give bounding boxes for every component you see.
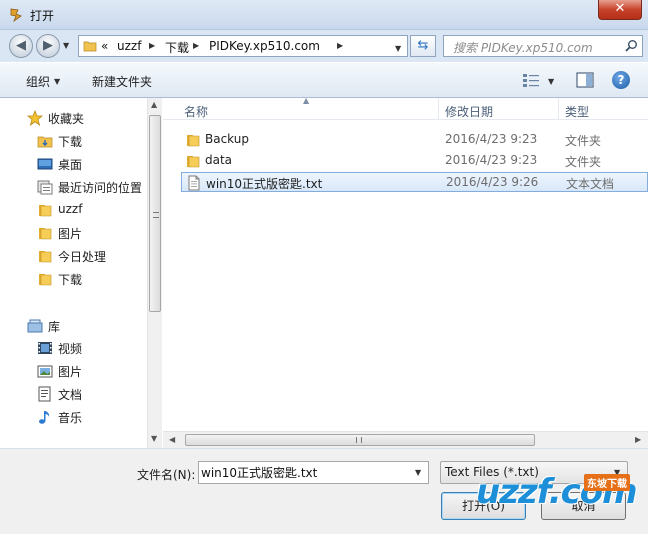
filename-label: 文件名(N): [137, 468, 196, 482]
recent-pages-dropdown-icon[interactable]: ▼ [63, 41, 69, 50]
folder-icon [39, 205, 52, 217]
breadcrumb-chevron-icon[interactable]: ▶ [149, 41, 155, 50]
text-file-icon [188, 175, 200, 191]
breadcrumb-chevron-icon[interactable]: ▶ [193, 41, 199, 50]
video-library-icon [38, 342, 52, 354]
app-icon [10, 8, 22, 23]
refresh-icon: ⇆ [417, 38, 429, 53]
command-bar: 组织 ▼ 新建文件夹 ▼ ? [0, 62, 648, 98]
watermark: uzzf.com 东坡下载 [466, 470, 646, 530]
forward-button[interactable]: ▶ [36, 34, 60, 58]
breadcrumb-item[interactable]: 下载 [165, 39, 189, 56]
organize-button[interactable]: 组织 [26, 73, 50, 90]
file-row-data[interactable]: data 2016/4/23 9:23 文件夹 [181, 151, 648, 171]
address-dropdown-icon[interactable]: ▼ [395, 44, 401, 53]
help-icon[interactable]: ? [612, 71, 630, 89]
file-date: 2016/4/23 9:26 [446, 175, 539, 189]
filename-field[interactable] [201, 464, 406, 481]
column-date[interactable]: 修改日期 [445, 103, 493, 120]
file-type: 文件夹 [565, 134, 602, 148]
breadcrumb-item[interactable]: uzzf [117, 39, 141, 53]
folder-icon [39, 251, 52, 263]
nav-vertical-scrollbar[interactable]: ▲ ▼ [147, 98, 162, 448]
documents-library-icon [38, 386, 51, 402]
scroll-thumb[interactable] [185, 434, 535, 446]
refresh-button[interactable]: ⇆ [410, 35, 436, 57]
file-row-backup[interactable]: Backup 2016/4/23 9:23 文件夹 [181, 130, 648, 150]
grip-icon [356, 437, 362, 443]
file-row-selected[interactable]: win10正式版密匙.txt 2016/4/23 9:26 文本文档 [181, 172, 648, 192]
back-button[interactable]: ◀ [9, 34, 33, 58]
view-dropdown-icon[interactable]: ▼ [548, 77, 554, 86]
watermark-badge: 东坡下载 [584, 474, 630, 491]
recent-places-icon [37, 180, 53, 195]
window-title: 打开 [30, 9, 55, 23]
back-arrow-icon: ◀ [16, 38, 26, 53]
grip-icon [153, 212, 159, 218]
search-box[interactable]: 搜索 PIDKey.xp510.com [443, 35, 643, 57]
address-row: ◀ ▶ ▼ « uzzf ▶ 下载 ▶ PIDKey.xp510.com ▶ ▼… [0, 30, 648, 62]
pictures-library-icon [37, 365, 53, 378]
column-divider[interactable] [558, 98, 559, 120]
column-divider[interactable] [438, 98, 439, 120]
column-header-row: ▲ 名称 修改日期 类型 [163, 96, 648, 120]
file-type: 文件夹 [565, 155, 602, 169]
folder-icon [187, 135, 200, 147]
file-name: Backup [205, 132, 249, 146]
scroll-left-icon[interactable]: ◀ [169, 435, 175, 444]
desktop-icon [37, 158, 53, 170]
close-button[interactable]: ✕ [598, 0, 642, 20]
folder-icon [39, 228, 52, 240]
music-library-icon [39, 411, 50, 424]
star-icon [27, 110, 43, 126]
download-folder-icon [37, 136, 53, 148]
search-icon[interactable] [624, 39, 638, 53]
address-bar[interactable]: « uzzf ▶ 下载 ▶ PIDKey.xp510.com ▶ ▼ [78, 35, 408, 57]
organize-dropdown-icon[interactable]: ▼ [54, 77, 60, 86]
filename-combobox[interactable]: ▼ [198, 461, 429, 484]
library-icon [27, 319, 43, 333]
breadcrumb-chevron-icon[interactable]: ▶ [337, 41, 343, 50]
file-list: ▲ 名称 修改日期 类型 Backup 2016/4/23 9:23 文件夹 d… [163, 96, 648, 448]
file-name: data [205, 153, 233, 167]
filename-dropdown-icon[interactable]: ▼ [415, 468, 421, 477]
title-bar: 打开 ✕ [0, 0, 648, 30]
column-type[interactable]: 类型 [565, 103, 589, 120]
file-type: 文本文档 [566, 177, 615, 191]
file-date: 2016/4/23 9:23 [445, 153, 538, 167]
close-icon: ✕ [614, 1, 626, 16]
breadcrumb-item[interactable]: PIDKey.xp510.com [209, 39, 320, 53]
scroll-down-icon[interactable]: ▼ [151, 434, 157, 443]
navigation-pane: 收藏夹 下载 桌面 最近访问的位置 uzzf 图片 今日处理 下载 库 视频 图… [0, 98, 162, 448]
folder-icon [187, 156, 200, 168]
forward-arrow-icon: ▶ [43, 38, 53, 53]
file-date: 2016/4/23 9:23 [445, 132, 538, 146]
folder-icon [39, 274, 52, 286]
folder-icon [83, 41, 97, 52]
breadcrumb-overflow[interactable]: « [101, 39, 108, 53]
file-list-horizontal-scrollbar[interactable]: ◀ ▶ [163, 431, 648, 448]
search-placeholder: 搜索 PIDKey.xp510.com [453, 41, 593, 55]
scroll-thumb[interactable] [149, 115, 161, 312]
column-name[interactable]: 名称 [184, 103, 208, 120]
preview-pane-icon[interactable] [576, 72, 594, 88]
scroll-up-icon[interactable]: ▲ [151, 100, 157, 109]
file-name: win10正式版密匙.txt [206, 177, 323, 191]
sort-ascending-icon: ▲ [303, 96, 310, 105]
new-folder-button[interactable]: 新建文件夹 [92, 73, 152, 90]
view-options-icon[interactable] [522, 72, 542, 88]
scroll-right-icon[interactable]: ▶ [635, 435, 641, 444]
